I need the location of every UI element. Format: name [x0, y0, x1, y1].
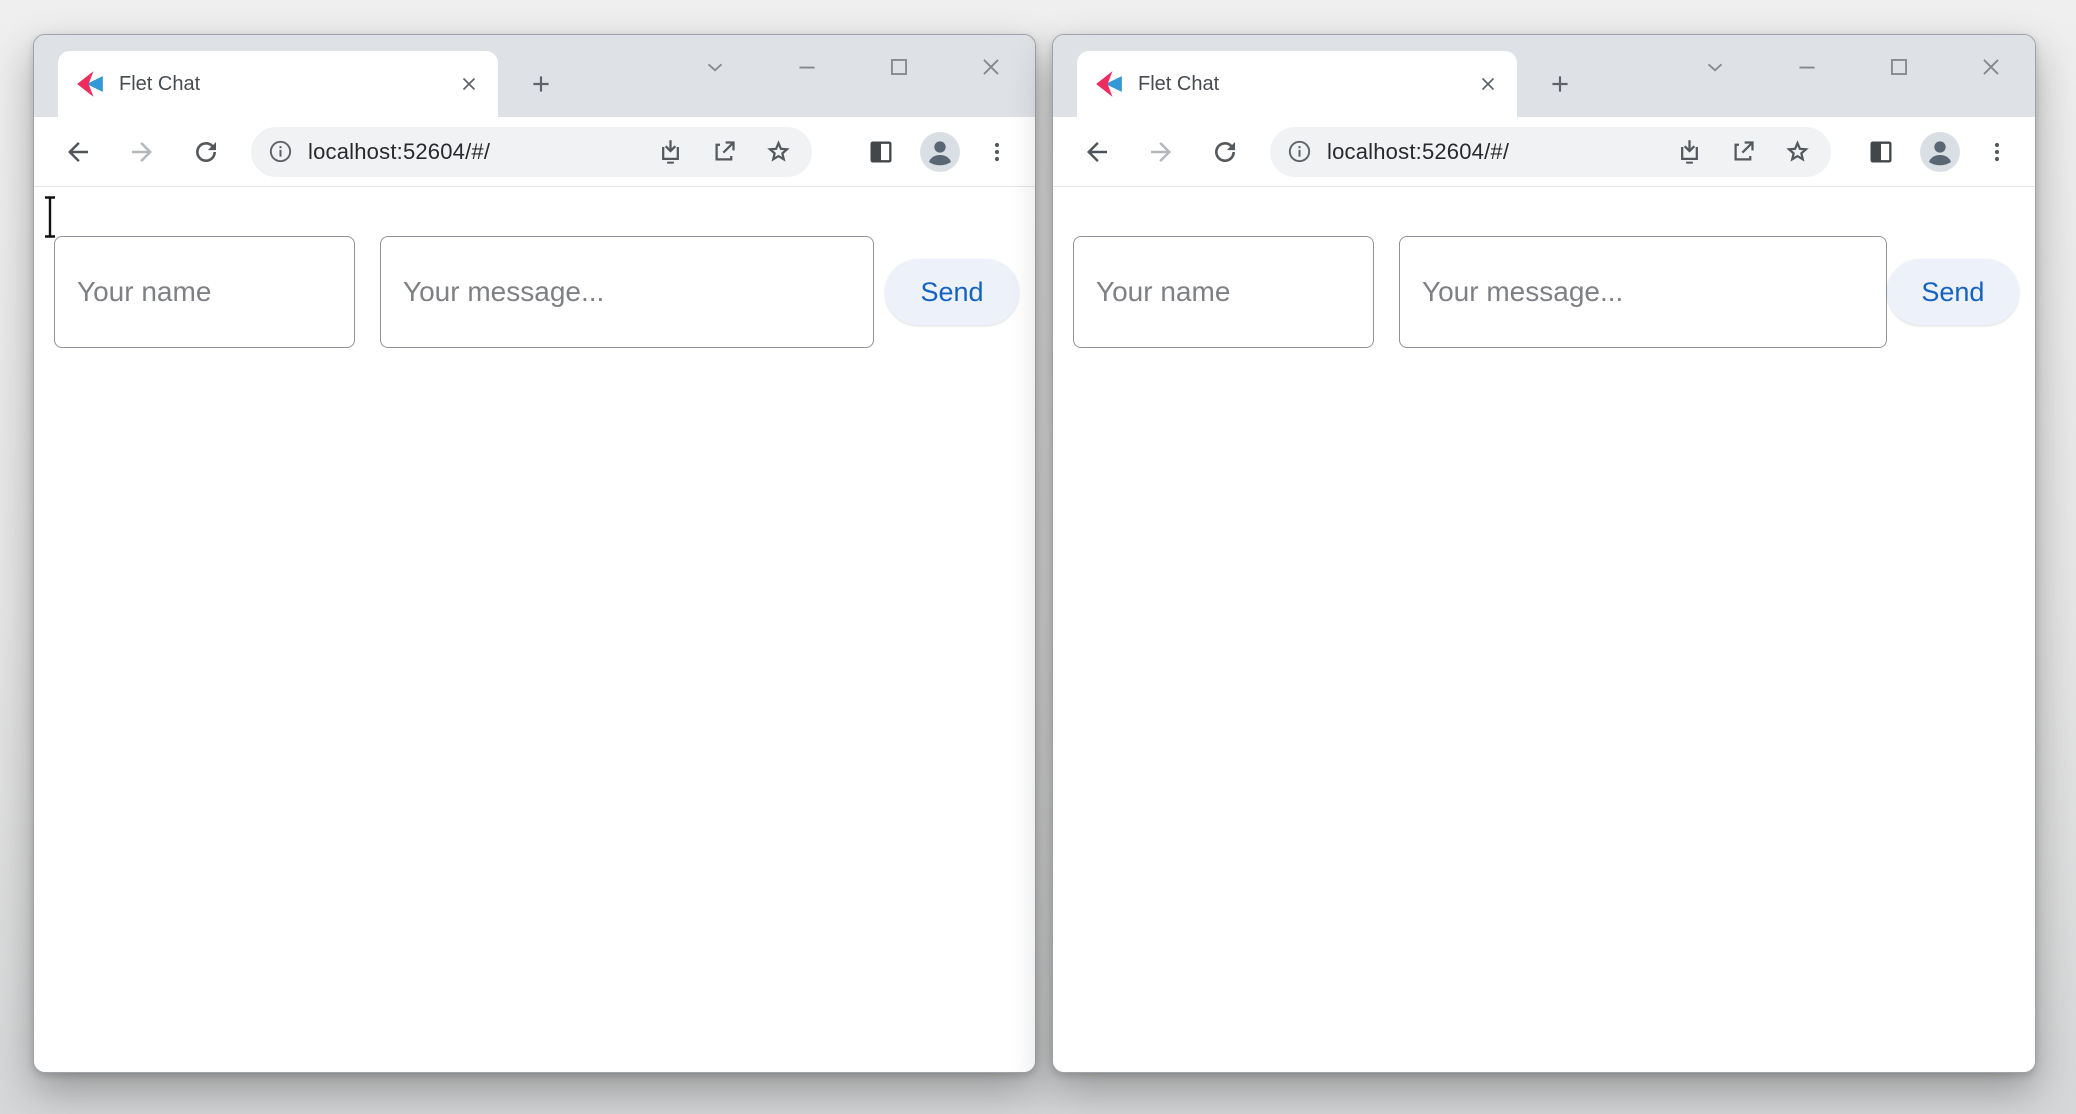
forward-icon[interactable] [127, 137, 157, 167]
forward-icon[interactable] [1146, 137, 1176, 167]
new-tab-icon[interactable] [1543, 67, 1577, 101]
site-info-icon[interactable] [1286, 138, 1313, 165]
side-panel-icon[interactable] [1867, 138, 1895, 166]
tab-close-icon[interactable] [456, 71, 482, 97]
chevron-down-icon[interactable] [1701, 53, 1729, 81]
close-icon[interactable] [977, 53, 1005, 81]
send-button[interactable]: Send [885, 259, 1019, 325]
bookmark-star-icon[interactable] [765, 138, 792, 165]
message-input[interactable] [380, 236, 874, 348]
send-button[interactable]: Send [1887, 259, 2019, 325]
tab-strip: Flet Chat [1053, 35, 2035, 117]
browser-window-left: Flet Chat [33, 34, 1036, 1073]
minimize-icon[interactable] [793, 53, 821, 81]
address-bar[interactable]: localhost:52604/#/ [251, 127, 812, 177]
share-icon[interactable] [1730, 138, 1757, 165]
site-info-icon[interactable] [267, 138, 294, 165]
profile-icon[interactable] [1920, 132, 1960, 172]
maximize-icon[interactable] [885, 53, 913, 81]
page-content: Send [1053, 187, 2035, 1072]
chat-form: Send [1053, 236, 2035, 348]
tab-title: Flet Chat [119, 73, 456, 96]
menu-dots-icon[interactable] [1985, 140, 2009, 164]
back-icon[interactable] [1082, 137, 1112, 167]
tab-close-icon[interactable] [1475, 71, 1501, 97]
bookmark-star-icon[interactable] [1784, 138, 1811, 165]
url-text: localhost:52604/#/ [1327, 139, 1509, 165]
menu-dots-icon[interactable] [985, 140, 1009, 164]
reload-icon[interactable] [1210, 137, 1240, 167]
back-icon[interactable] [63, 137, 93, 167]
browser-tab[interactable]: Flet Chat [1077, 51, 1517, 117]
tab-strip: Flet Chat [34, 35, 1035, 117]
minimize-icon[interactable] [1793, 53, 1821, 81]
chevron-down-icon[interactable] [701, 53, 729, 81]
share-icon[interactable] [711, 138, 738, 165]
close-icon[interactable] [1977, 53, 2005, 81]
tab-title: Flet Chat [1138, 73, 1475, 96]
reload-icon[interactable] [191, 137, 221, 167]
download-icon[interactable] [657, 138, 684, 165]
flet-logo-icon [1095, 70, 1123, 98]
text-cursor-icon [41, 195, 59, 239]
page-content: Send [34, 187, 1035, 1072]
url-text: localhost:52604/#/ [308, 139, 490, 165]
flet-logo-icon [76, 70, 104, 98]
browser-tab[interactable]: Flet Chat [58, 51, 498, 117]
new-tab-icon[interactable] [524, 67, 558, 101]
side-panel-icon[interactable] [867, 138, 895, 166]
message-input[interactable] [1399, 236, 1887, 348]
address-bar[interactable]: localhost:52604/#/ [1270, 127, 1831, 177]
maximize-icon[interactable] [1885, 53, 1913, 81]
browser-window-right: Flet Chat [1052, 34, 2036, 1073]
profile-icon[interactable] [920, 132, 960, 172]
name-input[interactable] [1073, 236, 1374, 348]
download-icon[interactable] [1676, 138, 1703, 165]
chat-form: Send [34, 236, 1035, 348]
name-input[interactable] [54, 236, 355, 348]
browser-toolbar: localhost:52604/#/ [34, 117, 1035, 187]
browser-toolbar: localhost:52604/#/ [1053, 117, 2035, 187]
